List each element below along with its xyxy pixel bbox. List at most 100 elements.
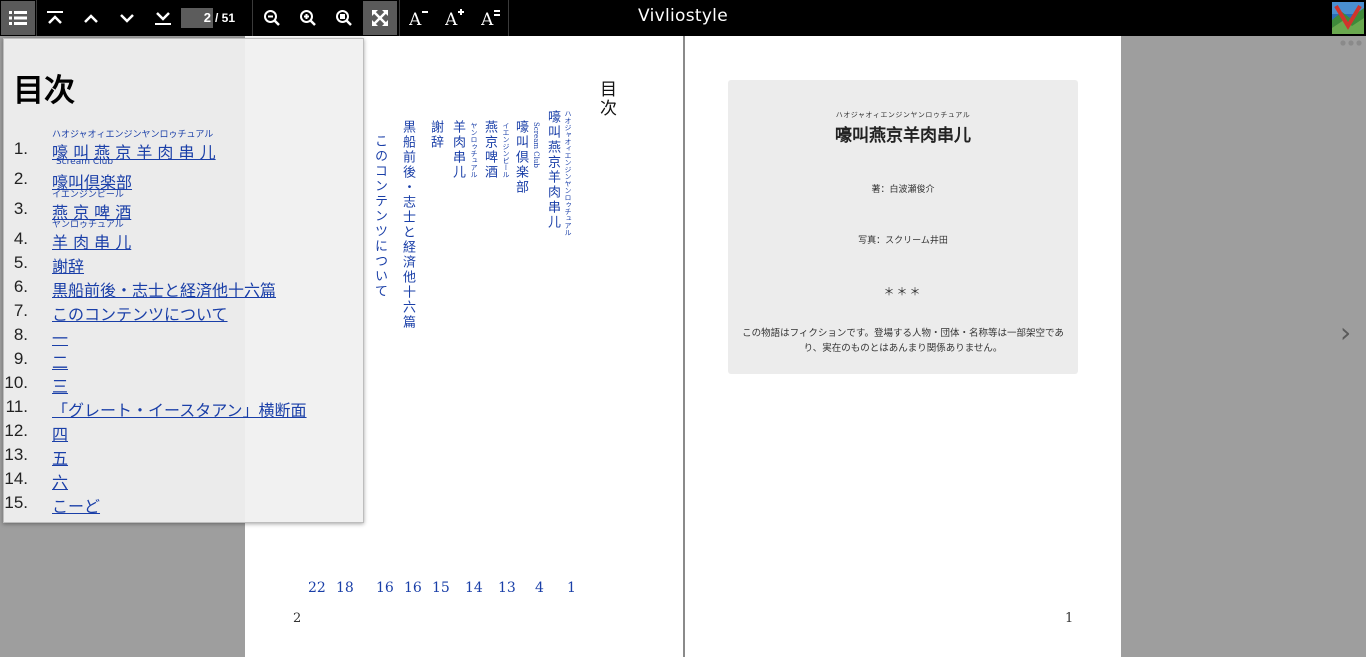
toc-item-number: 10. <box>4 373 28 392</box>
separator-asterisms: ＊＊＊ <box>883 285 923 298</box>
toc-entry-link[interactable]: 黒船前後・志士と経済他十六篇 <box>400 120 415 330</box>
page-toc-heading: 目次 <box>596 80 616 118</box>
toc-entry-link[interactable]: 嚎叫倶楽部 <box>513 120 528 195</box>
toc-item-link[interactable]: 一 <box>52 325 68 349</box>
svg-text:A: A <box>445 10 458 27</box>
toc-panel: 目次 1. ハオジャオィエンジンヤンロゥチュアル 嚎 叫 燕 京 羊 肉 串 儿… <box>3 38 364 523</box>
toolbar-divider <box>36 0 37 36</box>
toc-item-link[interactable]: 羊 肉 串 儿 <box>52 229 131 253</box>
right-page: ハオジャオィエンジンヤンロゥチュアル 嚎叫燕京羊肉串儿 著：白波瀬俊介 写真：ス… <box>685 36 1121 657</box>
toc-entry-link[interactable]: このコンテンツについて <box>372 134 387 299</box>
toc-entry-link[interactable]: 羊肉串儿 <box>450 120 465 180</box>
toc-item-link[interactable]: 六 <box>52 469 68 493</box>
toolbar-divider <box>508 0 509 36</box>
toc-item-link[interactable]: 三 <box>52 373 68 397</box>
toc-item[interactable]: 8. 一 <box>4 325 344 349</box>
toc-page-ref: 4 <box>535 580 544 596</box>
photo-credit: 写真：スクリーム井田 <box>858 236 948 246</box>
more-menu-icon[interactable] <box>1340 40 1362 46</box>
toc-page-ref: 15 <box>432 580 450 596</box>
toc-item-number: 4. <box>13 229 28 248</box>
toc-page-ref: 14 <box>465 580 483 596</box>
toc-page-ref: 1 <box>567 580 576 596</box>
zoom-actual-size-button[interactable] <box>327 1 361 35</box>
last-page-icon <box>155 12 171 25</box>
font-smaller-icon: A <box>409 10 428 27</box>
toc-page-ref: 18 <box>336 580 354 596</box>
toc-page-ref: 16 <box>404 580 422 596</box>
toc-item[interactable]: 9. 二 <box>4 349 344 373</box>
toc-item-link[interactable]: こーど <box>52 493 100 517</box>
book-title: 嚎叫燕京羊肉串儿 <box>835 126 971 146</box>
toc-entry-link[interactable]: 嚎叫燕京羊肉串儿 <box>545 110 560 230</box>
first-page-icon <box>47 11 63 24</box>
toc-item-number: 15. <box>4 493 28 512</box>
toc-item-link[interactable]: 「グレート・イースタアン」横断面 <box>52 397 307 421</box>
prev-page-button[interactable] <box>74 1 108 35</box>
toc-item-link[interactable]: 五 <box>52 445 68 469</box>
page-number-input[interactable]: 2 <box>181 8 213 28</box>
font-size-reset-button[interactable]: A <box>474 1 508 35</box>
toc-item[interactable]: 15. こーど <box>4 493 344 517</box>
zoom-in-button[interactable] <box>291 1 325 35</box>
disclaimer-text: この物語はフィクションです。登場する人物・団体・名称等は一部架空であり、実在のも… <box>742 328 1064 354</box>
next-page-button[interactable] <box>110 1 144 35</box>
toc-item-link[interactable]: このコンテンツについて <box>52 301 228 325</box>
chevron-up-icon <box>84 14 98 23</box>
toc-item[interactable]: 11. 「グレート・イースタアン」横断面 <box>4 397 344 421</box>
toc-page-ref: 16 <box>376 580 394 596</box>
toc-page-ref: 22 <box>308 580 326 596</box>
toc-item-number: 12. <box>4 421 28 440</box>
toc-item[interactable]: 7. このコンテンツについて <box>4 301 344 325</box>
first-page-button[interactable] <box>38 1 72 35</box>
zoom-out-icon <box>264 10 280 26</box>
zoom-out-button[interactable] <box>255 1 289 35</box>
toc-entry-link[interactable]: 燕京啤酒 <box>482 120 497 180</box>
toc-page-ref: 13 <box>498 580 516 596</box>
toc-item[interactable]: 5. 謝辞 <box>4 253 344 277</box>
page-total: / 51 <box>215 11 236 25</box>
toc-item[interactable]: 4. ヤンロゥチュアル 羊 肉 串 儿 <box>4 220 344 253</box>
font-size-decrease-button[interactable]: A <box>402 1 436 35</box>
toc-item-link[interactable]: 二 <box>52 349 68 373</box>
toc-item-link[interactable]: 四 <box>52 421 68 445</box>
zoom-in-icon <box>300 10 316 26</box>
toc-entry-ruby: イエンジンピール <box>502 122 510 178</box>
toc-item-number: 8. <box>13 325 28 344</box>
toolbar-divider <box>399 0 400 36</box>
next-spread-arrow[interactable]: › <box>1340 316 1351 349</box>
toc-item[interactable]: 12. 四 <box>4 421 344 445</box>
fit-screen-icon <box>372 10 388 26</box>
app-title: Vivliostyle <box>638 6 728 26</box>
fit-to-screen-button[interactable] <box>363 1 397 35</box>
last-page-button[interactable] <box>146 1 180 35</box>
toc-item-number: 7. <box>13 301 28 320</box>
title-ruby: ハオジャオィエンジンヤンロゥチュアル <box>835 111 971 119</box>
toc-item-number: 13. <box>4 445 28 464</box>
svg-text:A: A <box>481 10 494 27</box>
toc-item-link[interactable]: 謝辞 <box>52 253 84 277</box>
toc-toggle-button[interactable] <box>1 1 35 35</box>
toc-item[interactable]: 10. 三 <box>4 373 344 397</box>
font-size-increase-button[interactable]: A <box>438 1 472 35</box>
toc-item-link[interactable]: 黒船前後・志士と経済他十六篇 <box>52 277 276 301</box>
list-icon <box>9 11 27 25</box>
toc-item[interactable]: 6. 黒船前後・志士と経済他十六篇 <box>4 277 344 301</box>
toc-entry-ruby: ハオジャオィエンジンヤンロゥチュアル <box>564 110 572 236</box>
toc-entry-ruby: Scream Club <box>532 122 540 168</box>
toc-item-ruby: Scream Club <box>56 157 114 167</box>
toc-item-number: 5. <box>13 253 28 272</box>
font-larger-icon: A <box>445 9 464 27</box>
chevron-down-icon <box>120 14 134 23</box>
toc-item-number: 3. <box>13 199 28 218</box>
toc-item-number: 1. <box>13 139 28 158</box>
toc-item-number: 6. <box>13 277 28 296</box>
toc-item-number: 9. <box>13 349 28 368</box>
toc-item[interactable]: 14. 六 <box>4 469 344 493</box>
toc-item[interactable]: 13. 五 <box>4 445 344 469</box>
toolbar: 2 / 51 A A A Vivliostyle <box>0 0 1366 36</box>
toc-item[interactable]: 1. ハオジャオィエンジンヤンロゥチュアル 嚎 叫 燕 京 羊 肉 串 儿 <box>4 130 344 162</box>
toc-entry-link[interactable]: 謝辞 <box>428 120 443 150</box>
title-card: ハオジャオィエンジンヤンロゥチュアル 嚎叫燕京羊肉串儿 著：白波瀬俊介 写真：ス… <box>728 80 1078 374</box>
toc-item-number: 2. <box>13 169 28 188</box>
